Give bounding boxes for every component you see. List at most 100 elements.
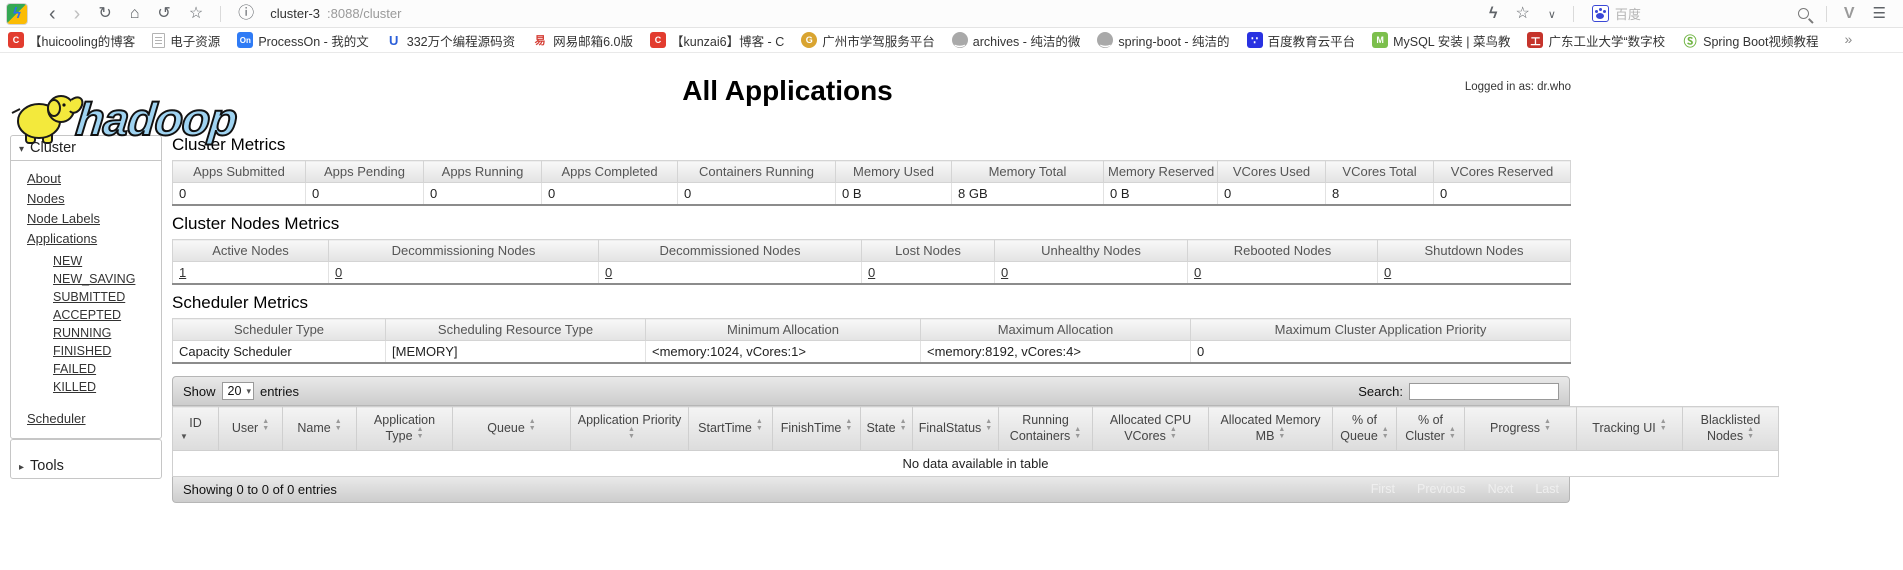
- sidebar-item-node-labels[interactable]: Node Labels: [27, 211, 100, 226]
- sort-header-queue[interactable]: Queue: [452, 406, 571, 451]
- back-icon[interactable]: [49, 4, 56, 24]
- sort-header-user[interactable]: User: [218, 406, 283, 451]
- page-size-select[interactable]: 20: [221, 382, 254, 400]
- sidebar-section-tools[interactable]: Tools: [11, 454, 161, 478]
- sidebar-item-applications[interactable]: Applications: [27, 231, 97, 246]
- reload-icon[interactable]: [98, 6, 111, 22]
- sort-header-tracking-ui[interactable]: Tracking UI: [1576, 406, 1683, 451]
- bookmark-item[interactable]: M MySQL 安装 | 菜鸟教: [1372, 31, 1510, 50]
- bookmark-item[interactable]: C 【huicooling的博客: [8, 31, 135, 50]
- apps-table-toolbar: Show 20 entries Search:: [172, 376, 1570, 406]
- sort-header-name[interactable]: Name: [282, 406, 357, 451]
- sort-header-starttime[interactable]: StartTime: [688, 406, 773, 451]
- bookmark-item[interactable]: ‿ archives - 纯洁的微: [951, 31, 1081, 50]
- sidebar-item-scheduler[interactable]: Scheduler: [27, 411, 86, 426]
- bookmarks-bar: C 【huicooling的博客 电子资源 On ProcessOn - 我的文 U…: [0, 28, 1903, 53]
- sort-header-finishtime[interactable]: FinishTime: [772, 406, 861, 451]
- hadoop-logo[interactable]: hadoop: [8, 85, 258, 154]
- decommissioning-nodes-link[interactable]: 0: [335, 265, 342, 280]
- sort-header-state[interactable]: State: [860, 406, 913, 451]
- home-icon[interactable]: [130, 6, 140, 22]
- bookmark-item[interactable]: G 广州市学驾服务平台: [801, 31, 935, 50]
- baidu-search-label[interactable]: 百度: [1615, 4, 1641, 23]
- rebooted-nodes-link[interactable]: 0: [1194, 265, 1201, 280]
- unhealthy-nodes-link[interactable]: 0: [1001, 265, 1008, 280]
- bookmark-star-icon[interactable]: [189, 6, 203, 22]
- sort-header-progress[interactable]: Progress: [1464, 406, 1577, 451]
- sidebar-item-state-new-saving[interactable]: NEW_SAVING: [53, 272, 135, 286]
- cluster-metrics-title: Cluster Metrics: [172, 135, 286, 154]
- menu-icon[interactable]: [1873, 6, 1886, 22]
- sort-header-pct-of-queue[interactable]: % of Queue: [1332, 406, 1397, 451]
- sidebar-item-state-accepted[interactable]: ACCEPTED: [53, 308, 121, 322]
- bookmark-item[interactable]: Ⓢ Spring Boot视频教程: [1682, 31, 1818, 50]
- column-header: Decommissioned Nodes: [598, 239, 862, 262]
- search-icon[interactable]: [1797, 8, 1809, 19]
- decommissioned-nodes-link[interactable]: 0: [605, 265, 612, 280]
- sort-header-id[interactable]: ID: [172, 406, 219, 451]
- baidu-paw-icon[interactable]: [1591, 5, 1609, 22]
- shutdown-nodes-link[interactable]: 0: [1384, 265, 1391, 280]
- bookmark-item[interactable]: U 332万个编程源码资: [386, 31, 515, 50]
- sort-header-allocated-memory-mb[interactable]: Allocated Memory MB: [1208, 406, 1333, 451]
- processon-favicon: On: [237, 32, 254, 48]
- browser-logo-icon[interactable]: [6, 2, 28, 25]
- sidebar-item-about[interactable]: About: [27, 171, 61, 186]
- sort-icon: [628, 430, 635, 444]
- sort-header-application-priority[interactable]: Application Priority: [570, 406, 689, 451]
- table-info-text: Showing 0 to 0 of 0 entries: [183, 481, 337, 497]
- sidebar-item-state-finished[interactable]: FINISHED: [53, 344, 111, 358]
- bookmarks-overflow-icon[interactable]: [1844, 32, 1852, 48]
- sidebar-item-state-running[interactable]: RUNNING: [53, 326, 111, 340]
- sort-header-blacklisted-nodes[interactable]: Blacklisted Nodes: [1682, 406, 1779, 451]
- sort-header-finalstatus[interactable]: FinalStatus: [912, 406, 999, 451]
- bookmark-label: spring-boot - 纯洁的: [1118, 34, 1230, 49]
- sidebar-item-nodes[interactable]: Nodes: [27, 191, 65, 206]
- bookmark-item[interactable]: ‿ spring-boot - 纯洁的: [1097, 31, 1230, 50]
- sort-header-application-type[interactable]: Application Type: [356, 406, 453, 451]
- address-bar[interactable]: cluster-3:8088/cluster: [229, 6, 401, 22]
- bookmark-item[interactable]: C 【kunzai6】博客 - C: [650, 31, 784, 50]
- bookmark-item[interactable]: 电子资源: [152, 31, 220, 50]
- page-size-value: 20: [227, 384, 242, 398]
- csdn-favicon: C: [8, 32, 24, 48]
- sort-header-pct-of-cluster[interactable]: % of Cluster: [1396, 406, 1465, 451]
- sort-header-running-containers[interactable]: Running Containers: [998, 406, 1093, 451]
- chevron-down-icon[interactable]: [1548, 6, 1556, 22]
- download-icon[interactable]: [1844, 6, 1855, 22]
- forward-icon[interactable]: [74, 4, 81, 24]
- pagination-previous[interactable]: Previous: [1417, 482, 1466, 496]
- entries-label: entries: [259, 383, 299, 399]
- metric-value: 0: [423, 182, 542, 205]
- bookmark-item[interactable]: ∵ 百度教育云平台: [1246, 31, 1355, 50]
- site-info-icon[interactable]: [238, 6, 254, 22]
- csdn-favicon: C: [650, 32, 666, 48]
- bookmark-item[interactable]: 易网易邮箱6.0版: [532, 31, 633, 50]
- sidebar-item-state-new[interactable]: NEW: [53, 254, 82, 268]
- restore-icon[interactable]: [157, 6, 170, 22]
- sort-icon: [1278, 430, 1285, 444]
- pagination-next[interactable]: Next: [1488, 482, 1514, 496]
- lost-nodes-link[interactable]: 0: [868, 265, 875, 280]
- bookmark-label: archives - 纯洁的微: [972, 34, 1081, 49]
- main-content: Cluster Metrics Apps Submitted Apps Pend…: [172, 135, 1779, 503]
- expand-triangle-icon: [19, 458, 24, 474]
- sidebar-item-state-failed[interactable]: FAILED: [53, 362, 96, 376]
- bookmark-label: 【huicooling的博客: [29, 34, 136, 49]
- bookmark-item[interactable]: On ProcessOn - 我的文: [237, 31, 369, 50]
- active-nodes-link[interactable]: 1: [179, 265, 186, 280]
- pagination-first[interactable]: First: [1371, 482, 1395, 496]
- sidebar-item-state-killed[interactable]: KILLED: [53, 380, 96, 394]
- column-header: Scheduling Resource Type: [385, 318, 646, 341]
- table-search-input[interactable]: [1409, 382, 1559, 400]
- hadoop-elephant-icon: hadoop: [11, 92, 240, 146]
- favorite-icon[interactable]: [1515, 6, 1529, 22]
- sort-header-allocated-cpu-vcores[interactable]: Allocated CPU VCores: [1092, 406, 1209, 451]
- sidebar-item-state-submitted[interactable]: SUBMITTED: [53, 290, 125, 304]
- pagination-last[interactable]: Last: [1535, 482, 1559, 496]
- search-label: Search:: [1358, 383, 1403, 399]
- bookmark-item[interactable]: 工广东工业大学“数字校: [1527, 31, 1665, 50]
- speed-mode-icon[interactable]: [1489, 6, 1497, 22]
- blog-favicon: ‿: [951, 32, 968, 48]
- column-header: Unhealthy Nodes: [994, 239, 1188, 262]
